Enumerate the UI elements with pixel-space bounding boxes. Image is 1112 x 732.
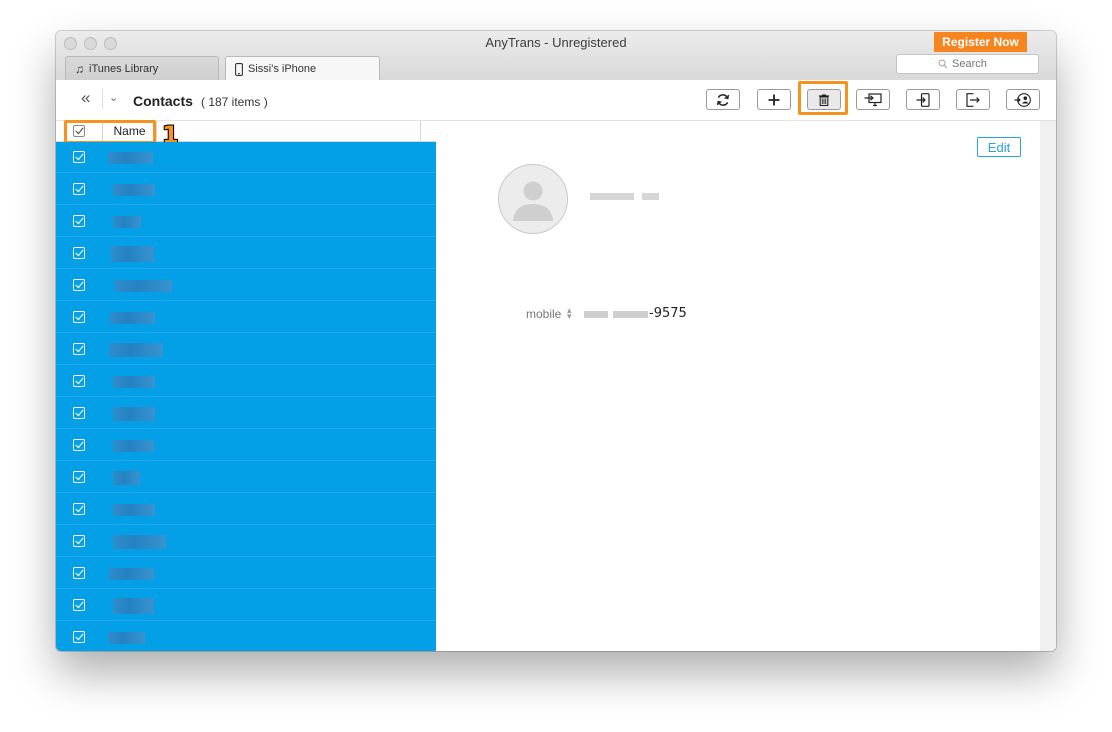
row-checkbox[interactable] [73, 599, 85, 611]
list-item[interactable] [56, 238, 436, 269]
phone-number: -9575 [649, 306, 687, 321]
row-checkbox[interactable] [73, 503, 85, 515]
row-checkbox[interactable] [73, 247, 85, 259]
search-box[interactable] [896, 54, 1039, 74]
add-icon [768, 94, 780, 105]
person-icon [513, 181, 553, 221]
collapse-sidebar-icon[interactable]: « [81, 89, 90, 106]
row-checkbox[interactable] [73, 215, 85, 227]
row-checkbox[interactable] [73, 343, 85, 355]
highlight-delete-button [798, 81, 848, 115]
contact-list[interactable] [56, 142, 436, 651]
redacted-contact-name [590, 193, 634, 200]
redacted-name [113, 504, 155, 516]
list-item[interactable] [56, 526, 436, 557]
list-item[interactable] [56, 558, 436, 589]
redacted-name [111, 246, 154, 262]
redacted-name [109, 568, 154, 580]
list-item[interactable] [56, 142, 436, 173]
search-icon [938, 59, 948, 69]
redacted-name [109, 343, 163, 357]
redacted-contact-name [642, 193, 659, 200]
scrollbar[interactable] [1040, 121, 1056, 651]
to-computer-button[interactable] [856, 89, 890, 110]
list-item[interactable] [56, 590, 436, 621]
row-checkbox[interactable] [73, 151, 85, 163]
list-item[interactable] [56, 302, 436, 333]
tab-itunes-library[interactable]: ♫ iTunes Library [65, 56, 219, 80]
list-item[interactable] [56, 206, 436, 237]
divider [102, 89, 103, 109]
row-checkbox[interactable] [73, 567, 85, 579]
tab-label: iTunes Library [89, 62, 159, 75]
row-checkbox[interactable] [73, 311, 85, 323]
merge-contacts-icon [1014, 92, 1031, 107]
edit-button[interactable]: Edit [977, 137, 1021, 157]
merge-contacts-button[interactable] [1006, 89, 1040, 110]
row-checkbox[interactable] [73, 439, 85, 451]
redacted-name [108, 632, 145, 644]
list-item[interactable] [56, 494, 436, 525]
avatar [498, 164, 568, 234]
contact-detail-panel: Edit mobile ▴ ▾ -9575 [437, 121, 1040, 651]
toolbar: « ⌄ Contacts ( 187 items ) [56, 80, 1056, 149]
list-item[interactable] [56, 270, 436, 301]
title-bar: AnyTrans - Unregistered Register Now ♫ i… [56, 31, 1056, 81]
row-checkbox[interactable] [73, 471, 85, 483]
chevron-updown-icon[interactable]: ▴ ▾ [567, 306, 572, 321]
refresh-button[interactable] [706, 89, 740, 110]
redacted-name [115, 280, 172, 292]
window-title: AnyTrans - Unregistered [485, 35, 627, 50]
list-item[interactable] [56, 462, 436, 493]
row-checkbox[interactable] [73, 407, 85, 419]
row-checkbox[interactable] [73, 183, 85, 195]
to-computer-icon [864, 92, 882, 106]
tab-label: Sissi's iPhone [248, 63, 317, 75]
row-checkbox[interactable] [73, 279, 85, 291]
to-device-button[interactable] [906, 89, 940, 110]
row-checkbox[interactable] [73, 535, 85, 547]
app-window: AnyTrans - Unregistered Register Now ♫ i… [56, 31, 1056, 651]
redacted-name [113, 216, 141, 228]
divider [420, 121, 421, 141]
iphone-icon [235, 62, 243, 76]
tab-sissis-iphone[interactable]: Sissi's iPhone [225, 56, 380, 81]
list-item[interactable] [56, 366, 436, 397]
redacted-name [110, 312, 155, 324]
add-button[interactable] [757, 89, 791, 110]
redacted-name [113, 407, 155, 421]
export-icon [966, 92, 980, 107]
row-checkbox[interactable] [73, 631, 85, 643]
redacted-name [113, 535, 166, 549]
redacted-phone-part [584, 311, 608, 318]
export-button[interactable] [956, 89, 990, 110]
to-device-icon [916, 92, 930, 107]
redacted-name [113, 598, 154, 614]
search-input[interactable] [952, 58, 997, 70]
list-item[interactable] [56, 174, 436, 205]
redacted-phone-part [613, 311, 648, 318]
list-item[interactable] [56, 334, 436, 365]
item-count: ( 187 items ) [201, 95, 268, 109]
chevron-down-icon[interactable]: ⌄ [109, 91, 118, 104]
redacted-name [113, 184, 155, 196]
list-item[interactable] [56, 398, 436, 429]
highlight-select-all [64, 120, 156, 144]
music-note-icon: ♫ [75, 61, 84, 76]
list-item[interactable] [56, 622, 436, 651]
register-now-button[interactable]: Register Now [934, 32, 1027, 52]
phone-type-label[interactable]: mobile [526, 307, 561, 321]
row-checkbox[interactable] [73, 375, 85, 387]
redacted-name [113, 471, 140, 485]
list-item[interactable] [56, 430, 436, 461]
redacted-name [113, 376, 155, 388]
redacted-name [113, 440, 154, 452]
page-title: Contacts [133, 93, 193, 109]
redacted-name [108, 152, 153, 164]
refresh-icon [716, 93, 730, 106]
